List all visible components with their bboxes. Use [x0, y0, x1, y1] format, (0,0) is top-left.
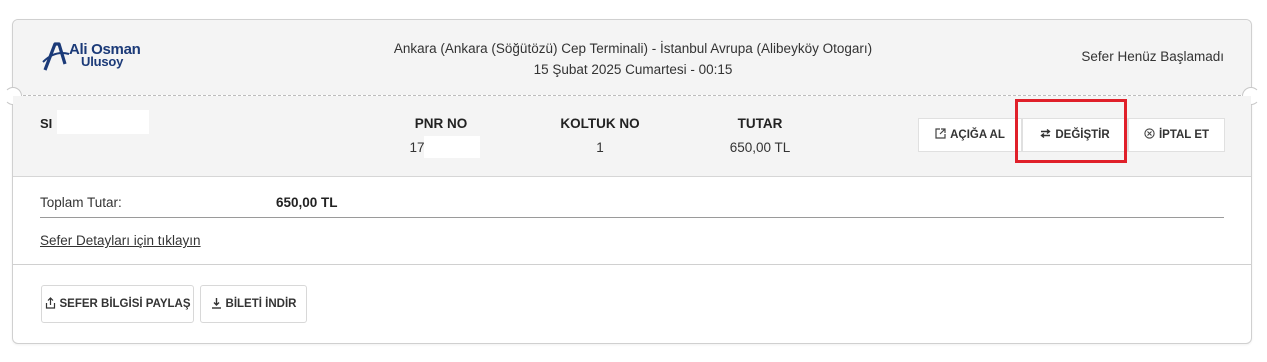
logo-icon — [42, 42, 70, 71]
share-trip-button[interactable]: SEFER BİLGİSİ PAYLAŞ — [41, 285, 194, 323]
total-value: 650,00 TL — [276, 195, 338, 210]
trip-details-link[interactable]: Sefer Detayları için tıklayın — [40, 233, 201, 248]
seat-label: KOLTUK NO — [560, 116, 640, 131]
logo-text-line2: Ulusoy — [81, 54, 124, 69]
download-ticket-button[interactable]: BİLETİ İNDİR — [200, 285, 307, 323]
share-trip-label: SEFER BİLGİSİ PAYLAŞ — [59, 298, 191, 310]
amount-label: TUTAR — [737, 116, 783, 131]
pnr-label: PNR NO — [414, 116, 468, 131]
ticket-card: Ali Osman Ulusoy Ankara (Ankara (Söğütöz… — [4, 19, 1260, 344]
seat-value: 1 — [596, 140, 604, 155]
cancel-ticket-button[interactable]: İPTAL ET — [1128, 118, 1225, 152]
amount-value: 650,00 TL — [729, 140, 791, 155]
ticket-header: Ali Osman Ulusoy Ankara (Ankara (Söğütöz… — [13, 20, 1251, 95]
cancel-ticket-label: İPTAL ET — [1158, 129, 1210, 141]
route-info: Ankara (Ankara (Söğütözü) Cep Terminali)… — [313, 38, 953, 80]
route-title: Ankara (Ankara (Söğütözü) Cep Terminali)… — [393, 41, 873, 56]
redacted-passenger-name — [57, 110, 149, 134]
share-icon — [45, 296, 56, 312]
external-link-icon — [935, 128, 946, 142]
trip-status: Sefer Henüz Başlamadı — [1081, 49, 1224, 64]
circle-x-icon — [1144, 128, 1155, 142]
redacted-pnr — [424, 136, 480, 158]
download-ticket-label: BİLETİ İNDİR — [225, 298, 297, 310]
open-ticket-button[interactable]: AÇIĞA AL — [918, 118, 1022, 152]
footer-divider — [13, 264, 1251, 265]
passenger-name: SI — [40, 116, 53, 131]
total-divider — [40, 217, 1224, 218]
open-ticket-label: AÇIĞA AL — [950, 129, 1005, 141]
total-label: Toplam Tutar: — [40, 195, 122, 210]
highlight-box — [1015, 99, 1127, 163]
company-logo: Ali Osman Ulusoy — [41, 40, 151, 72]
download-icon — [211, 297, 222, 312]
departure-datetime: 15 Şubat 2025 Cumartesi - 00:15 — [533, 62, 733, 77]
ticket-details: SI PNR NO 17 KOLTUK NO 1 TUTAR 650,00 TL… — [13, 96, 1251, 177]
